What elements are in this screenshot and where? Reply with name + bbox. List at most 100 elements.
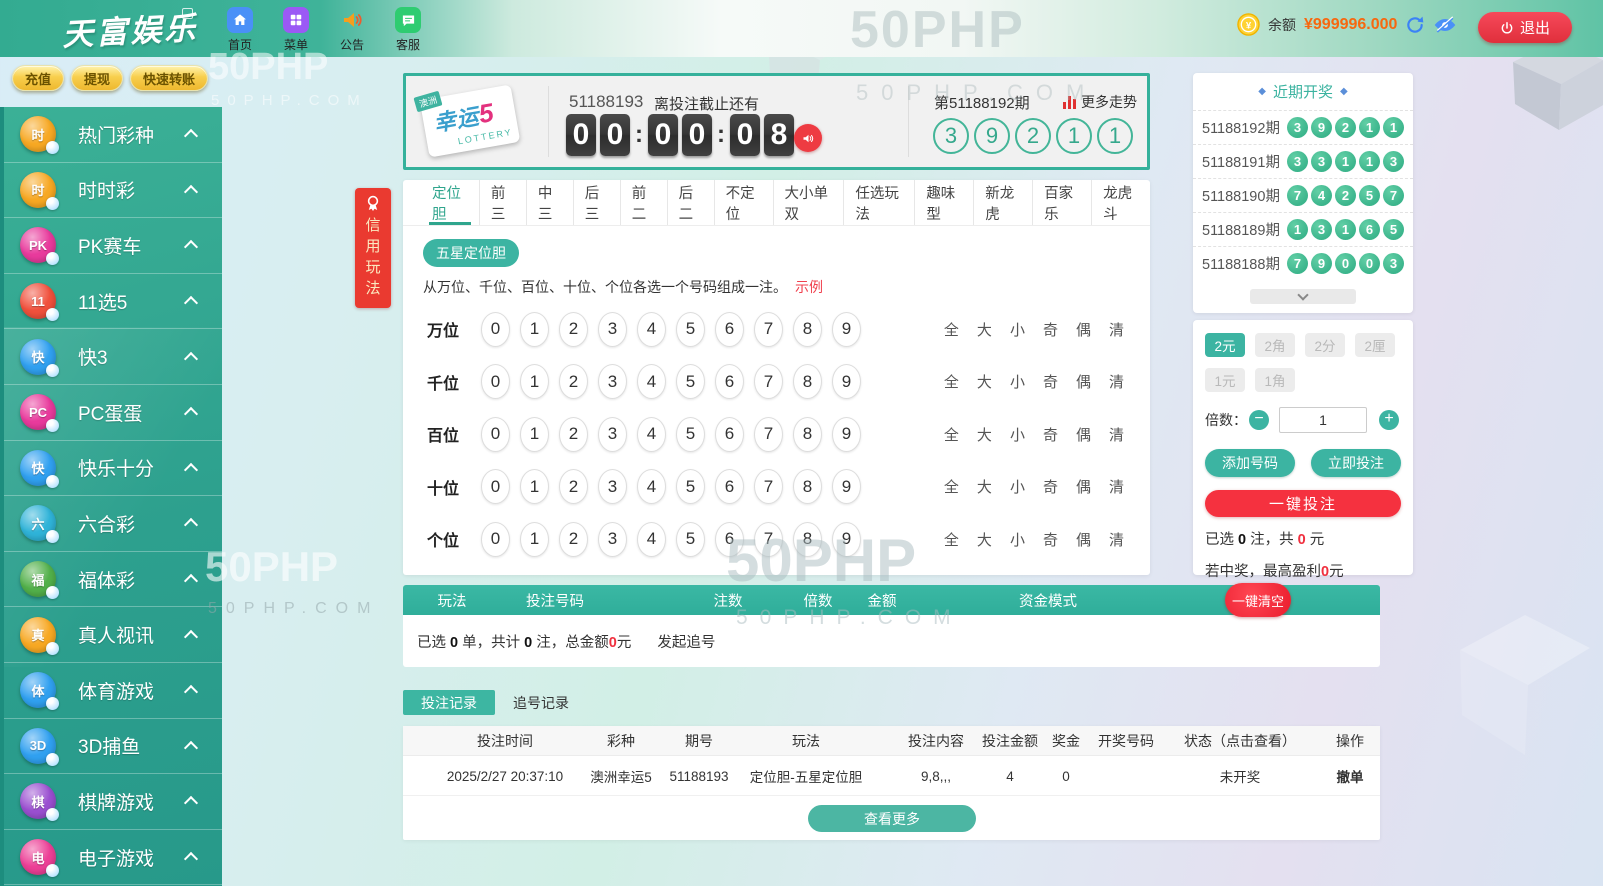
digit-ball-5[interactable]: 5 — [676, 469, 705, 504]
tab-任选玩法[interactable]: 任选玩法 — [844, 180, 915, 225]
quick-select-小[interactable]: 小 — [1010, 371, 1025, 392]
sidebar-item-9[interactable]: 真真人视讯 — [4, 607, 222, 663]
sidebar-item-5[interactable]: PCPC蛋蛋 — [4, 385, 222, 441]
digit-ball-9[interactable]: 9 — [832, 522, 861, 557]
hide-balance-eye-icon[interactable] — [1433, 15, 1457, 35]
sidebar-item-3[interactable]: 1111选5 — [4, 274, 222, 330]
digit-ball-3[interactable]: 3 — [598, 469, 627, 504]
quick-select-清[interactable]: 清 — [1109, 529, 1124, 550]
quick-select-偶[interactable]: 偶 — [1076, 476, 1091, 497]
unit-1角[interactable]: 1角 — [1255, 368, 1295, 392]
quick-select-小[interactable]: 小 — [1010, 319, 1025, 340]
quick-select-奇[interactable]: 奇 — [1043, 319, 1058, 340]
quick-select-奇[interactable]: 奇 — [1043, 529, 1058, 550]
quick-select-奇[interactable]: 奇 — [1043, 476, 1058, 497]
nav-home[interactable]: 首页 — [218, 7, 262, 53]
tab-后二[interactable]: 后二 — [668, 180, 715, 225]
credit-play-tag[interactable]: 信用玩法 — [355, 188, 391, 308]
digit-ball-4[interactable]: 4 — [637, 312, 666, 347]
digit-ball-5[interactable]: 5 — [676, 364, 705, 399]
nav-announcement[interactable]: 公告 — [330, 7, 374, 53]
sidebar-item-1[interactable]: 时时时彩 — [4, 163, 222, 219]
digit-ball-9[interactable]: 9 — [832, 469, 861, 504]
quick-button-0[interactable]: 充值 — [12, 65, 64, 91]
digit-ball-5[interactable]: 5 — [676, 522, 705, 557]
tab-中三[interactable]: 中三 — [527, 180, 574, 225]
multiplier-increase-button[interactable]: + — [1379, 410, 1399, 430]
records-tab-投注记录[interactable]: 投注记录 — [403, 690, 495, 715]
digit-ball-0[interactable]: 0 — [481, 312, 510, 347]
digit-ball-6[interactable]: 6 — [715, 417, 744, 452]
digit-ball-7[interactable]: 7 — [754, 364, 783, 399]
digit-ball-0[interactable]: 0 — [481, 469, 510, 504]
digit-ball-3[interactable]: 3 — [598, 522, 627, 557]
quick-select-全[interactable]: 全 — [944, 424, 959, 445]
quick-select-偶[interactable]: 偶 — [1076, 371, 1091, 392]
sidebar-item-7[interactable]: 六六合彩 — [4, 496, 222, 552]
refresh-icon[interactable] — [1405, 15, 1425, 35]
tab-前二[interactable]: 前二 — [621, 180, 668, 225]
digit-ball-7[interactable]: 7 — [754, 469, 783, 504]
digit-ball-7[interactable]: 7 — [754, 417, 783, 452]
quick-button-1[interactable]: 提现 — [71, 65, 123, 91]
quick-select-小[interactable]: 小 — [1010, 476, 1025, 497]
quick-select-小[interactable]: 小 — [1010, 424, 1025, 445]
digit-ball-8[interactable]: 8 — [793, 312, 822, 347]
quick-select-大[interactable]: 大 — [977, 529, 992, 550]
sound-speaker-icon[interactable] — [794, 124, 822, 152]
quick-select-全[interactable]: 全 — [944, 529, 959, 550]
view-more-button[interactable]: 查看更多 — [808, 805, 976, 832]
quick-select-全[interactable]: 全 — [944, 476, 959, 497]
quick-select-奇[interactable]: 奇 — [1043, 424, 1058, 445]
site-logo[interactable]: 天富娱乐 — [61, 2, 199, 54]
digit-ball-8[interactable]: 8 — [793, 522, 822, 557]
tab-后三[interactable]: 后三 — [574, 180, 621, 225]
digit-ball-2[interactable]: 2 — [559, 469, 588, 504]
sidebar-item-8[interactable]: 福福体彩 — [4, 552, 222, 608]
quick-select-偶[interactable]: 偶 — [1076, 424, 1091, 445]
unit-2元[interactable]: 2元 — [1205, 333, 1245, 357]
quick-select-清[interactable]: 清 — [1109, 371, 1124, 392]
quick-select-奇[interactable]: 奇 — [1043, 371, 1058, 392]
tab-大小单双[interactable]: 大小单双 — [774, 180, 845, 225]
digit-ball-0[interactable]: 0 — [481, 417, 510, 452]
quick-button-2[interactable]: 快速转账 — [130, 65, 208, 91]
tab-前三[interactable]: 前三 — [480, 180, 527, 225]
nav-customer-service[interactable]: 客服 — [386, 7, 430, 53]
tab-百家乐[interactable]: 百家乐 — [1033, 180, 1092, 225]
clear-all-button[interactable]: 一键清空 — [1225, 583, 1291, 617]
logout-button[interactable]: 退出 — [1478, 12, 1572, 43]
quick-select-偶[interactable]: 偶 — [1076, 529, 1091, 550]
digit-ball-0[interactable]: 0 — [481, 522, 510, 557]
digit-ball-7[interactable]: 7 — [754, 312, 783, 347]
quick-select-全[interactable]: 全 — [944, 371, 959, 392]
nav-menu[interactable]: 菜单 — [274, 7, 318, 53]
sidebar-item-2[interactable]: PKPK赛车 — [4, 218, 222, 274]
digit-ball-8[interactable]: 8 — [793, 417, 822, 452]
digit-ball-6[interactable]: 6 — [715, 312, 744, 347]
digit-ball-2[interactable]: 2 — [559, 364, 588, 399]
multiplier-decrease-button[interactable]: − — [1249, 410, 1269, 430]
digit-ball-9[interactable]: 9 — [832, 417, 861, 452]
tab-新龙虎[interactable]: 新龙虎 — [974, 180, 1033, 225]
digit-ball-1[interactable]: 1 — [520, 522, 549, 557]
quick-select-清[interactable]: 清 — [1109, 476, 1124, 497]
digit-ball-2[interactable]: 2 — [559, 312, 588, 347]
one-key-bet-button[interactable]: 一键投注 — [1205, 490, 1401, 517]
unit-1元[interactable]: 1元 — [1205, 368, 1245, 392]
digit-ball-3[interactable]: 3 — [598, 312, 627, 347]
records-cell-9[interactable]: 撤单 — [1337, 756, 1364, 796]
digit-ball-3[interactable]: 3 — [598, 417, 627, 452]
quick-select-清[interactable]: 清 — [1109, 319, 1124, 340]
digit-ball-1[interactable]: 1 — [520, 417, 549, 452]
digit-ball-4[interactable]: 4 — [637, 417, 666, 452]
sidebar-item-11[interactable]: 3D3D捕鱼 — [4, 719, 222, 775]
quick-select-大[interactable]: 大 — [977, 476, 992, 497]
digit-ball-1[interactable]: 1 — [520, 469, 549, 504]
sidebar-item-10[interactable]: 体体育游戏 — [4, 663, 222, 719]
tab-趣味型[interactable]: 趣味型 — [915, 180, 974, 225]
tab-不定位[interactable]: 不定位 — [715, 180, 774, 225]
digit-ball-7[interactable]: 7 — [754, 522, 783, 557]
mode-pill[interactable]: 五星定位胆 — [423, 239, 519, 267]
quick-select-偶[interactable]: 偶 — [1076, 319, 1091, 340]
